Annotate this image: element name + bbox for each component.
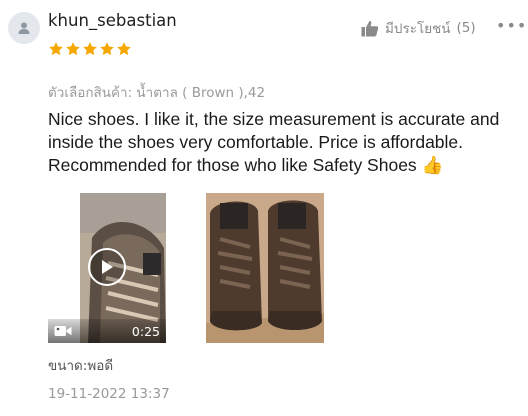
helpful-label: มีประโยชน์ [385, 21, 451, 37]
star-rating [48, 41, 132, 57]
review-text: Nice shoes. I like it, the size measurem… [48, 109, 500, 175]
video-camera-icon [54, 326, 72, 336]
helpful-count: (5) [456, 20, 476, 36]
thumbs-up-icon [361, 20, 379, 36]
star-icon [83, 42, 97, 56]
review-video-thumbnail[interactable]: 0:25 [48, 193, 166, 343]
size-fit-label: ขนาด:พอดี [48, 358, 114, 374]
play-button[interactable] [88, 248, 126, 286]
product-variant: ตัวเลือกสินค้า: น้ำตาล ( Brown ),42 [48, 85, 266, 101]
helpful-button[interactable]: มีประโยชน์ (5) [361, 17, 476, 39]
star-icon [117, 42, 131, 56]
review-date: 19-11-2022 13:37 [48, 386, 170, 402]
user-icon [18, 22, 30, 34]
video-bar: 0:25 [48, 319, 166, 343]
review-photo-thumbnail[interactable] [206, 193, 324, 343]
video-duration: 0:25 [131, 323, 160, 339]
reviewer-username[interactable]: khun_sebastian [48, 11, 177, 30]
play-icon [102, 260, 113, 274]
avatar[interactable] [8, 12, 40, 44]
star-icon [49, 42, 63, 56]
photo-thumbnail-image [206, 193, 324, 343]
star-icon [66, 42, 80, 56]
star-icon [100, 42, 114, 56]
more-options-icon[interactable]: ••• [496, 17, 527, 35]
